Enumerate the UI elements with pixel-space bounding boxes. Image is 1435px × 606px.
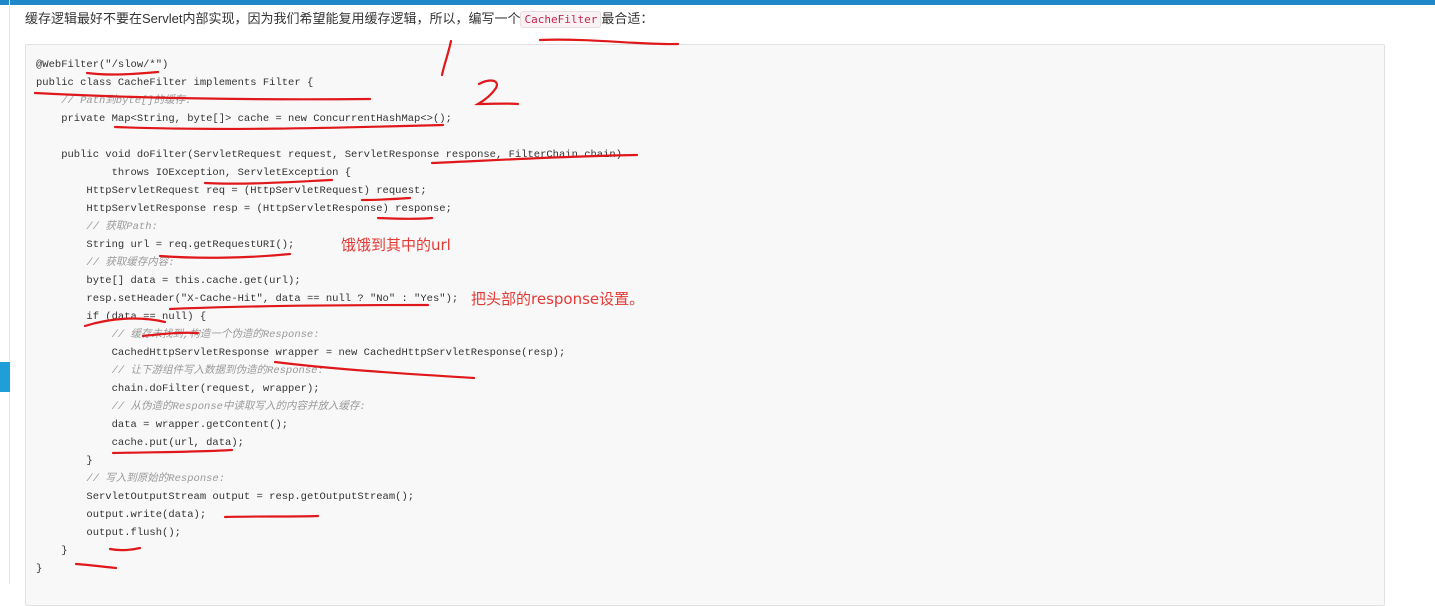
code-line: cache.put(url, data); [36,437,244,449]
code-line: HttpServletRequest req = (HttpServletReq… [36,185,427,197]
code-line: if (data == null) { [36,311,207,323]
code-line: // 写入到原始的Response: [36,473,226,485]
code-line: CachedHttpServletResponse wrapper = new … [36,347,566,359]
code-line: data = wrapper.getContent(); [36,419,289,431]
code-line: // 让下游组件写入数据到伪造的Response: [36,365,324,377]
intro-text-before: 缓存逻辑最好不要在Servlet内部实现，因为我们希望能复用缓存逻辑，所以，编写… [25,11,521,26]
annotation-header: 把头部的response设置。 [471,290,645,308]
code-line: @WebFilter("/slow/*") [36,59,169,71]
code-line: HttpServletResponse resp = (HttpServletR… [36,203,452,215]
code-line: ServletOutputStream output = resp.getOut… [36,491,415,503]
code-line: // 获取Path: [36,221,158,233]
code-lines: @WebFilter("/slow/*") public class CacheF… [36,56,622,578]
code-line: } [36,563,43,575]
inline-code: CacheFilter [520,11,602,28]
code-line: private Map<String, byte[]> cache = new … [36,113,452,125]
left-divider [9,0,10,584]
code-line: } [36,455,93,467]
code-line: // Path到byte[]的缓存: [36,95,192,107]
code-line: public class CacheFilter implements Filt… [36,77,314,89]
side-scroll-tab[interactable] [0,362,10,392]
code-line: output.write(data); [36,509,207,521]
top-accent-bar [0,0,1435,5]
code-line: String url = req.getRequestURI(); [36,239,295,251]
code-line: chain.doFilter(request, wrapper); [36,383,320,395]
code-line: // 从伪造的Response中读取写入的内容并放入缓存: [36,401,366,413]
code-line: // 缓存未找到,构造一个伪造的Response: [36,329,320,341]
code-line: // 获取缓存内容: [36,257,175,269]
intro-paragraph: 缓存逻辑最好不要在Servlet内部实现，因为我们希望能复用缓存逻辑，所以，编写… [25,11,653,28]
code-line: throws IOException, ServletException { [36,167,352,179]
intro-text-after: 最合适： [601,11,654,26]
code-line: output.flush(); [36,527,181,539]
code-line: } [36,545,68,557]
code-line: public void doFilter(ServletRequest requ… [36,149,622,161]
annotation-url: 饿饿到其中的url [341,236,451,254]
